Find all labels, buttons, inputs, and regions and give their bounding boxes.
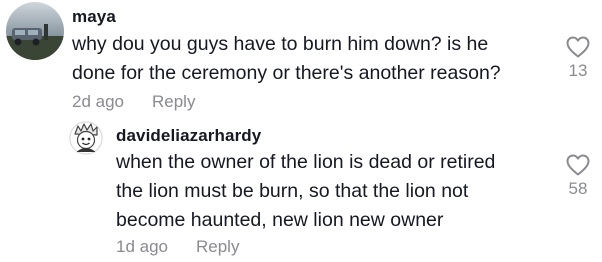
avatar-photo — [6, 2, 64, 60]
comment-timestamp: 1d ago — [116, 237, 168, 256]
comment-text: why dou you guys have to burn him down? … — [72, 33, 501, 84]
comment-username[interactable]: davideliazarhardy — [116, 126, 261, 146]
comment-username[interactable]: maya — [72, 7, 116, 27]
reply-button[interactable]: Reply — [152, 92, 195, 111]
like-count: 58 — [568, 179, 588, 198]
avatar[interactable] — [69, 121, 103, 155]
reply-comment-item: davideliazarhardy when the owner of the … — [0, 120, 602, 262]
like-button[interactable]: 58 — [558, 154, 598, 199]
avatar[interactable] — [6, 2, 64, 60]
avatar-cartoon — [69, 121, 103, 155]
heart-outline-icon — [566, 154, 590, 176]
comment-text: when the owner of the lion is dead or re… — [116, 151, 496, 231]
like-button[interactable]: 13 — [558, 36, 598, 81]
comment-item: maya why dou you guys have to burn him d… — [0, 0, 602, 120]
comment-timestamp: 2d ago — [72, 92, 124, 111]
comment-meta: 1d ago Reply — [116, 237, 239, 257]
like-count: 13 — [568, 61, 588, 80]
comment-meta: 2d ago Reply — [72, 92, 195, 112]
reply-button[interactable]: Reply — [196, 237, 239, 256]
heart-outline-icon — [566, 36, 590, 58]
